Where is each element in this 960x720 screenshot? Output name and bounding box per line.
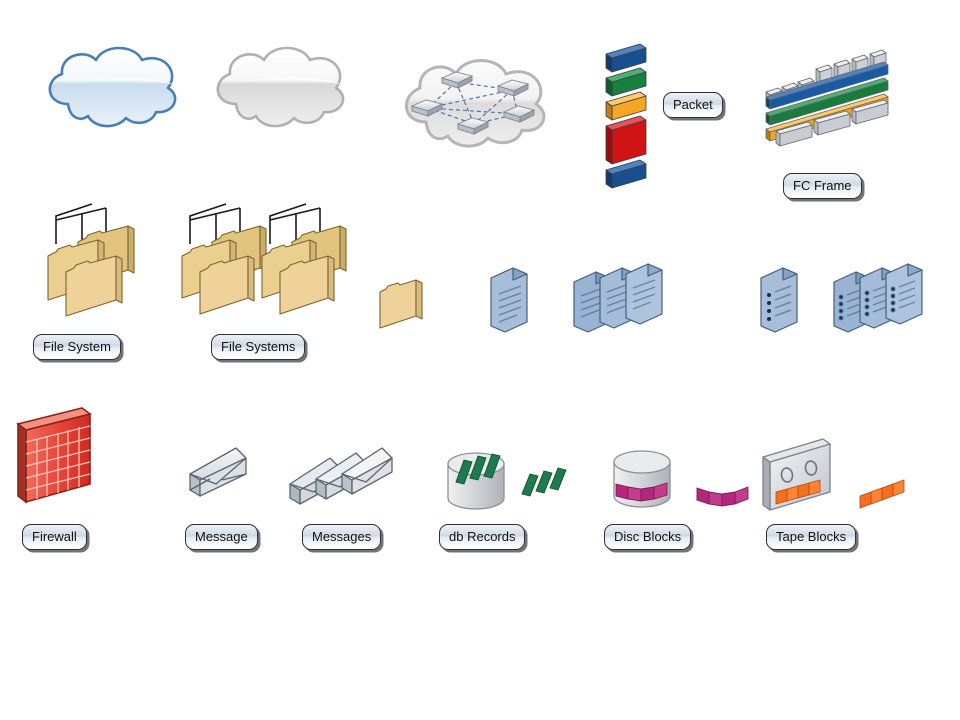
folder-icon[interactable]: [378, 278, 428, 334]
db-records-icon[interactable]: [442, 452, 518, 518]
file-systems-icon[interactable]: [168, 198, 358, 328]
record-icon[interactable]: [757, 266, 805, 338]
disc-blocks-strip-icon[interactable]: [695, 482, 755, 518]
icon-palette-canvas: Packet FC Frame File System File Systems…: [0, 0, 960, 720]
file-system-icon[interactable]: [20, 198, 145, 328]
firewall-icon[interactable]: [14, 407, 109, 522]
disc-blocks-icon[interactable]: [608, 448, 684, 520]
tape-blocks-label: Tape Blocks: [766, 524, 857, 550]
tape-blocks-icon[interactable]: [760, 438, 850, 518]
message-label: Message: [185, 524, 258, 550]
db-records-label: db Records: [439, 524, 526, 550]
messages-icon[interactable]: [288, 446, 400, 516]
fc-frame-icon[interactable]: [765, 48, 926, 173]
db-records-strip-icon[interactable]: [520, 467, 584, 508]
disc-blocks-label: Disc Blocks: [604, 524, 692, 550]
documents-multi-icon[interactable]: [570, 262, 668, 338]
message-icon[interactable]: [188, 446, 250, 516]
tape-blocks-strip-icon[interactable]: [858, 474, 922, 512]
packet-icon[interactable]: [604, 43, 664, 189]
network-cloud-icon[interactable]: [392, 50, 562, 155]
fc-frame-label: FC Frame: [783, 173, 862, 199]
records-multi-icon[interactable]: [830, 262, 928, 338]
file-systems-label: File Systems: [211, 334, 306, 360]
file-system-label: File System: [33, 334, 121, 360]
cloud-gray-icon[interactable]: [204, 42, 354, 132]
cloud-blue-icon[interactable]: [36, 42, 186, 132]
packet-label: Packet: [663, 92, 723, 118]
messages-label: Messages: [302, 524, 382, 550]
firewall-label: Firewall: [22, 524, 87, 550]
document-icon[interactable]: [487, 266, 535, 338]
